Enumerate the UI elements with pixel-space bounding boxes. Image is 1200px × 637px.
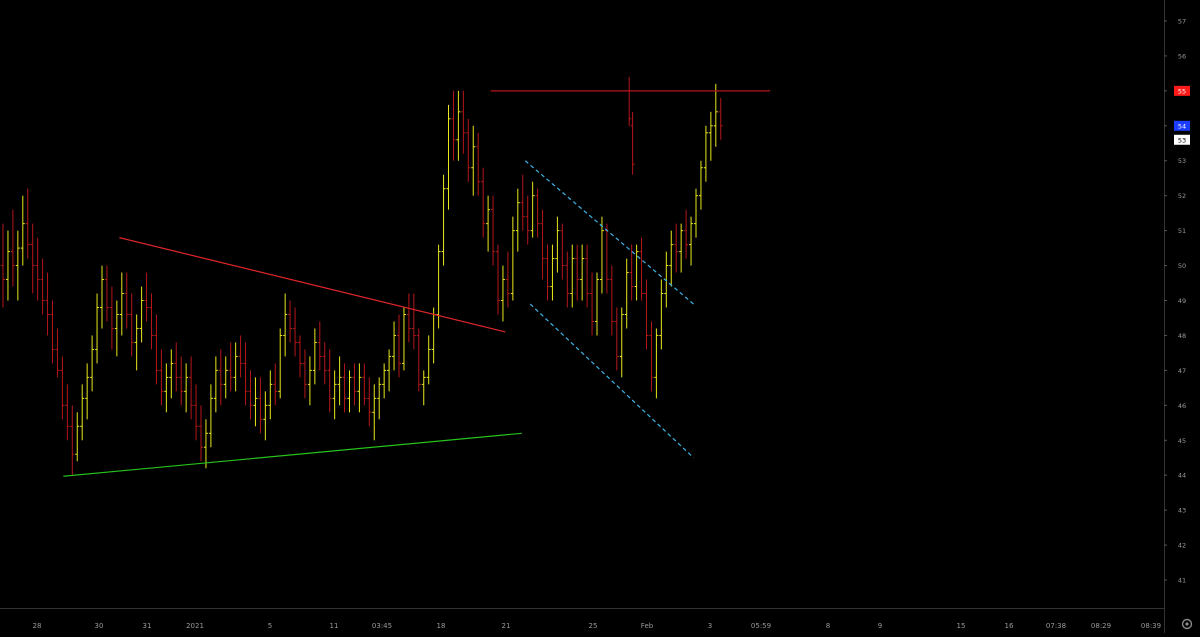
time-axis-label: 30: [95, 622, 104, 630]
time-axis-label: 9: [878, 622, 882, 630]
price-axis-label: 45: [1178, 437, 1186, 445]
time-axis-label: Feb: [641, 622, 654, 630]
price-axis-label: 48: [1178, 332, 1186, 340]
price-axis[interactable]: 4142434445464748495051525354555657555453: [1164, 0, 1200, 633]
time-axis-label: 05:59: [751, 622, 771, 630]
chart-background: [0, 0, 1200, 633]
chart-area[interactable]: 28 30 31 2021 5 11 03:45 18 21 25 Feb 3 05:59 8 9 15 16 0…: [0, 0, 1200, 633]
gear-icon-center: [1185, 622, 1189, 626]
ohlc-chart[interactable]: 28 30 31 2021 5 11 03:45 18 21 25 Feb 3 05:59 8 9 15 16 0…: [0, 0, 1200, 633]
time-axis-label: 08:39: [1141, 622, 1161, 630]
price-axis-label: 49: [1178, 297, 1186, 305]
time-axis-label: 03:45: [372, 622, 392, 630]
time-axis-label: 5: [268, 622, 272, 630]
price-axis-label: 51: [1178, 227, 1186, 235]
price-marker-label: 54: [1178, 122, 1186, 130]
time-axis-label: 3: [708, 622, 712, 630]
price-axis-label: 43: [1178, 507, 1186, 515]
time-axis-label: 28: [33, 622, 42, 630]
price-marker[interactable]: 54: [1174, 120, 1190, 131]
price-marker-label: 53: [1178, 136, 1186, 144]
time-axis-label: 07:38: [1046, 622, 1066, 630]
price-marker-label: 55: [1178, 87, 1186, 95]
price-axis-label: 52: [1178, 192, 1186, 200]
time-axis-label: 31: [143, 622, 152, 630]
price-marker[interactable]: 53: [1174, 134, 1190, 145]
time-axis-label: 21: [502, 622, 511, 630]
price-marker[interactable]: 55: [1174, 85, 1190, 96]
time-axis-label: 11: [330, 622, 339, 630]
price-axis-label: 57: [1178, 17, 1186, 25]
time-axis-label: 15: [957, 622, 966, 630]
price-axis-label: 53: [1178, 157, 1186, 165]
price-axis-label: 56: [1178, 52, 1186, 60]
price-axis-label: 50: [1178, 262, 1186, 270]
price-axis-label: 46: [1178, 402, 1186, 410]
price-axis-label: 44: [1178, 472, 1186, 480]
time-axis-label: 2021: [186, 622, 204, 630]
price-axis-label: 42: [1178, 542, 1186, 550]
time-axis-label: 18: [437, 622, 446, 630]
price-axis-label: 41: [1178, 577, 1186, 585]
price-axis-label: 47: [1178, 367, 1186, 375]
time-axis-label: 16: [1005, 622, 1014, 630]
time-axis-label: 8: [826, 622, 830, 630]
time-axis-label: 08:29: [1091, 622, 1111, 630]
time-axis-label: 25: [589, 622, 598, 630]
